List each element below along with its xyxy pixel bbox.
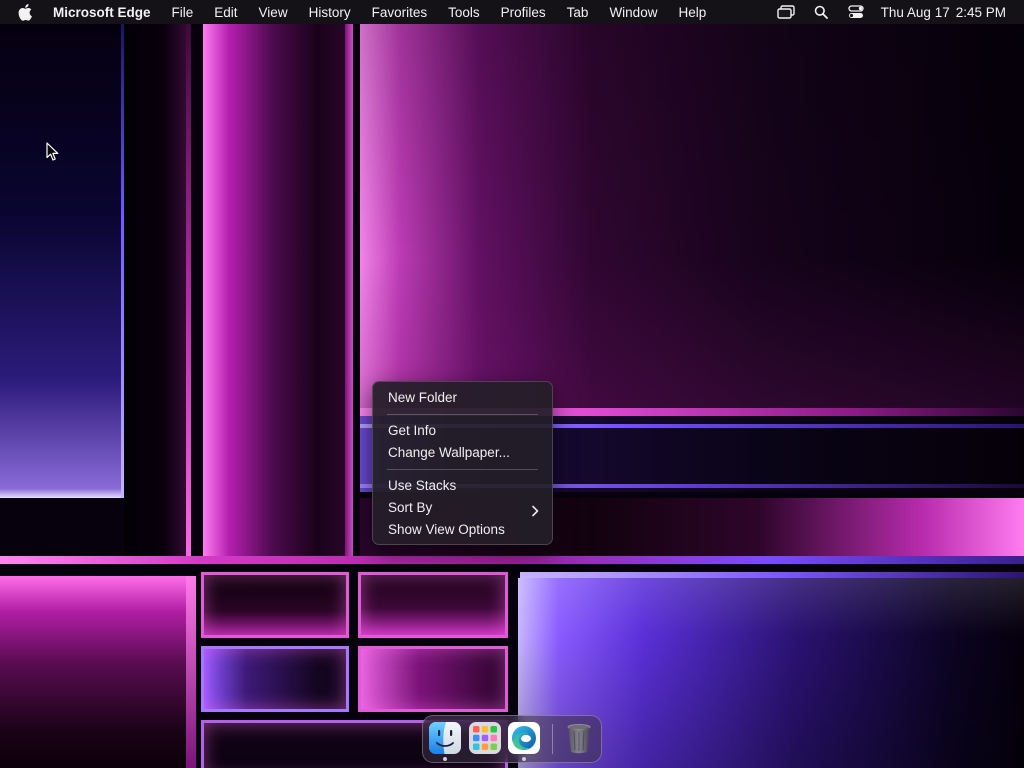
clock-date: Thu Aug 17 <box>880 4 950 20</box>
running-indicator <box>443 757 447 761</box>
menu-favorites[interactable]: Favorites <box>372 5 428 20</box>
wallpaper-panel <box>186 576 196 768</box>
menu-separator <box>387 414 538 415</box>
menu-separator <box>387 469 538 470</box>
wallpaper-panel <box>0 24 124 498</box>
menu-item-use-stacks[interactable]: Use Stacks <box>379 475 546 497</box>
menu-tools[interactable]: Tools <box>448 5 480 20</box>
wallpaper-panel <box>186 24 191 564</box>
wallpaper-panel <box>345 24 353 562</box>
menu-help[interactable]: Help <box>678 5 706 20</box>
trash-icon[interactable] <box>562 721 596 755</box>
menu-bar-clock[interactable]: Thu Aug 17 2:45 PM <box>881 5 1006 20</box>
menu-item-new-folder[interactable]: New Folder <box>379 387 546 409</box>
wallpaper-panel <box>201 646 349 712</box>
edge-icon[interactable] <box>507 721 541 755</box>
menu-item-get-info[interactable]: Get Info <box>379 420 546 442</box>
screen-mirroring-icon[interactable] <box>776 4 795 20</box>
clock-time: 2:45 PM <box>955 4 1006 20</box>
menu-file[interactable]: File <box>172 5 194 20</box>
finder-icon[interactable] <box>428 721 462 755</box>
launchpad-icon[interactable] <box>468 721 502 755</box>
menu-edit[interactable]: Edit <box>214 5 237 20</box>
menu-tab[interactable]: Tab <box>567 5 589 20</box>
wallpaper-panel <box>124 24 190 564</box>
mouse-cursor-icon <box>46 142 60 162</box>
wallpaper-panel <box>0 576 186 768</box>
menu-app-name[interactable]: Microsoft Edge <box>53 5 151 20</box>
search-icon[interactable] <box>812 4 830 20</box>
menu-item-sort-by[interactable]: Sort By <box>379 497 546 519</box>
menu-history[interactable]: History <box>309 5 351 20</box>
menu-view[interactable]: View <box>259 5 288 20</box>
wallpaper-panel <box>358 646 508 712</box>
menu-bar: Microsoft Edge File Edit View History Fa… <box>0 0 1024 24</box>
wallpaper-panel <box>358 572 508 638</box>
menu-profiles[interactable]: Profiles <box>501 5 546 20</box>
running-indicator <box>522 757 526 761</box>
dock <box>422 715 602 763</box>
chevron-right-icon <box>531 502 539 517</box>
dock-separator <box>552 724 553 754</box>
wallpaper-panel <box>360 24 1024 414</box>
menu-bar-status-area: Thu Aug 17 2:45 PM <box>760 0 1006 24</box>
control-center-icon[interactable] <box>847 4 865 20</box>
wallpaper-panel <box>201 572 349 638</box>
wallpaper-panel <box>0 556 1024 564</box>
menu-window[interactable]: Window <box>609 5 657 20</box>
wallpaper-panel <box>203 24 349 562</box>
apple-icon[interactable] <box>18 3 34 21</box>
menu-item-sort-by-label: Sort By <box>388 500 433 515</box>
menu-item-change-wallpaper[interactable]: Change Wallpaper... <box>379 442 546 464</box>
desktop-context-menu: New Folder Get Info Change Wallpaper... … <box>372 381 553 545</box>
menu-item-show-view-options[interactable]: Show View Options <box>379 519 546 541</box>
